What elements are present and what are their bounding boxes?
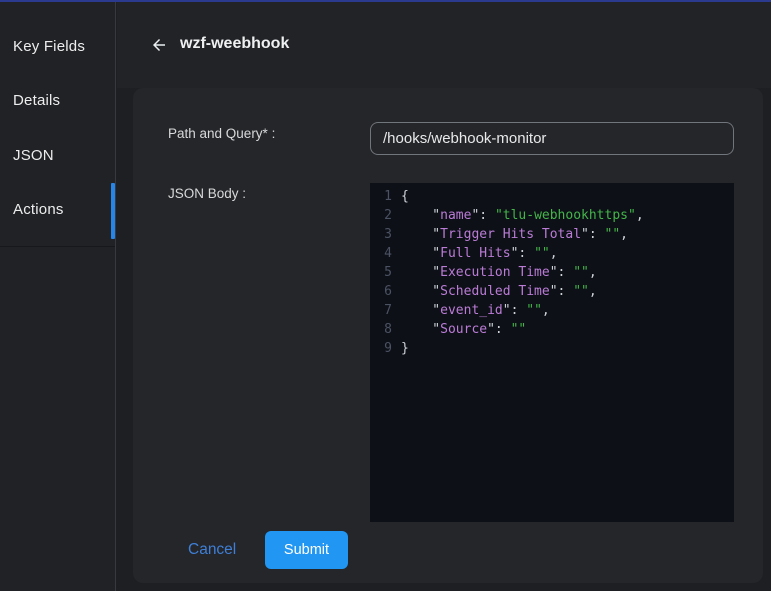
app-window: Key Fields Details JSON Actions wzf-weeb… <box>0 0 771 591</box>
code-text: { <box>401 187 409 206</box>
editor-line: 3 "Trigger Hits Total": "", <box>370 225 734 244</box>
line-number: 2 <box>370 206 392 225</box>
submit-button[interactable]: Submit <box>265 531 348 569</box>
line-number: 7 <box>370 301 392 320</box>
sidebar: Key Fields Details JSON Actions <box>0 2 116 591</box>
path-and-query-input[interactable] <box>370 122 734 155</box>
editor-line: 1{ <box>370 187 734 206</box>
path-and-query-label: Path and Query* : <box>168 126 275 141</box>
code-text: "Trigger Hits Total": "", <box>401 225 628 244</box>
sidebar-item-label: Actions <box>13 201 64 218</box>
editor-line: 7 "event_id": "", <box>370 301 734 320</box>
line-number: 1 <box>370 187 392 206</box>
line-number: 4 <box>370 244 392 263</box>
sidebar-item-details[interactable]: Details <box>0 74 115 129</box>
code-text: "Full Hits": "", <box>401 244 558 263</box>
editor-line: 4 "Full Hits": "", <box>370 244 734 263</box>
editor-line: 8 "Source": "" <box>370 320 734 339</box>
back-arrow-icon[interactable] <box>146 32 172 58</box>
header: wzf-weebhook <box>117 2 771 88</box>
active-item-indicator <box>111 183 115 239</box>
sidebar-divider <box>0 246 115 247</box>
sidebar-item-json[interactable]: JSON <box>0 128 115 183</box>
sidebar-nav: Key Fields Details JSON Actions <box>0 19 115 237</box>
form-panel: Path and Query* : JSON Body : 1{2 "name"… <box>133 88 763 583</box>
editor-line: 6 "Scheduled Time": "", <box>370 282 734 301</box>
code-text: "Execution Time": "", <box>401 263 597 282</box>
sidebar-item-label: Key Fields <box>13 38 85 55</box>
editor-line: 2 "name": "tlu-webhookhttps", <box>370 206 734 225</box>
cancel-button[interactable]: Cancel <box>188 531 236 569</box>
json-body-label: JSON Body : <box>168 186 246 201</box>
sidebar-item-key-fields[interactable]: Key Fields <box>0 19 115 74</box>
code-text: "event_id": "", <box>401 301 550 320</box>
editor-line: 5 "Execution Time": "", <box>370 263 734 282</box>
json-editor[interactable]: 1{2 "name": "tlu-webhookhttps",3 "Trigge… <box>370 183 734 522</box>
sidebar-item-actions[interactable]: Actions <box>0 183 115 238</box>
line-number: 6 <box>370 282 392 301</box>
arrow-left-icon <box>150 36 168 54</box>
page-title: wzf-weebhook <box>180 35 289 53</box>
line-number: 8 <box>370 320 392 339</box>
sidebar-item-label: Details <box>13 92 60 109</box>
code-text: "Scheduled Time": "", <box>401 282 597 301</box>
line-number: 9 <box>370 339 392 358</box>
sidebar-item-label: JSON <box>13 147 54 164</box>
editor-line: 9} <box>370 339 734 358</box>
code-text: "Source": "" <box>401 320 526 339</box>
code-text: "name": "tlu-webhookhttps", <box>401 206 644 225</box>
line-number: 5 <box>370 263 392 282</box>
line-number: 3 <box>370 225 392 244</box>
code-text: } <box>401 339 409 358</box>
